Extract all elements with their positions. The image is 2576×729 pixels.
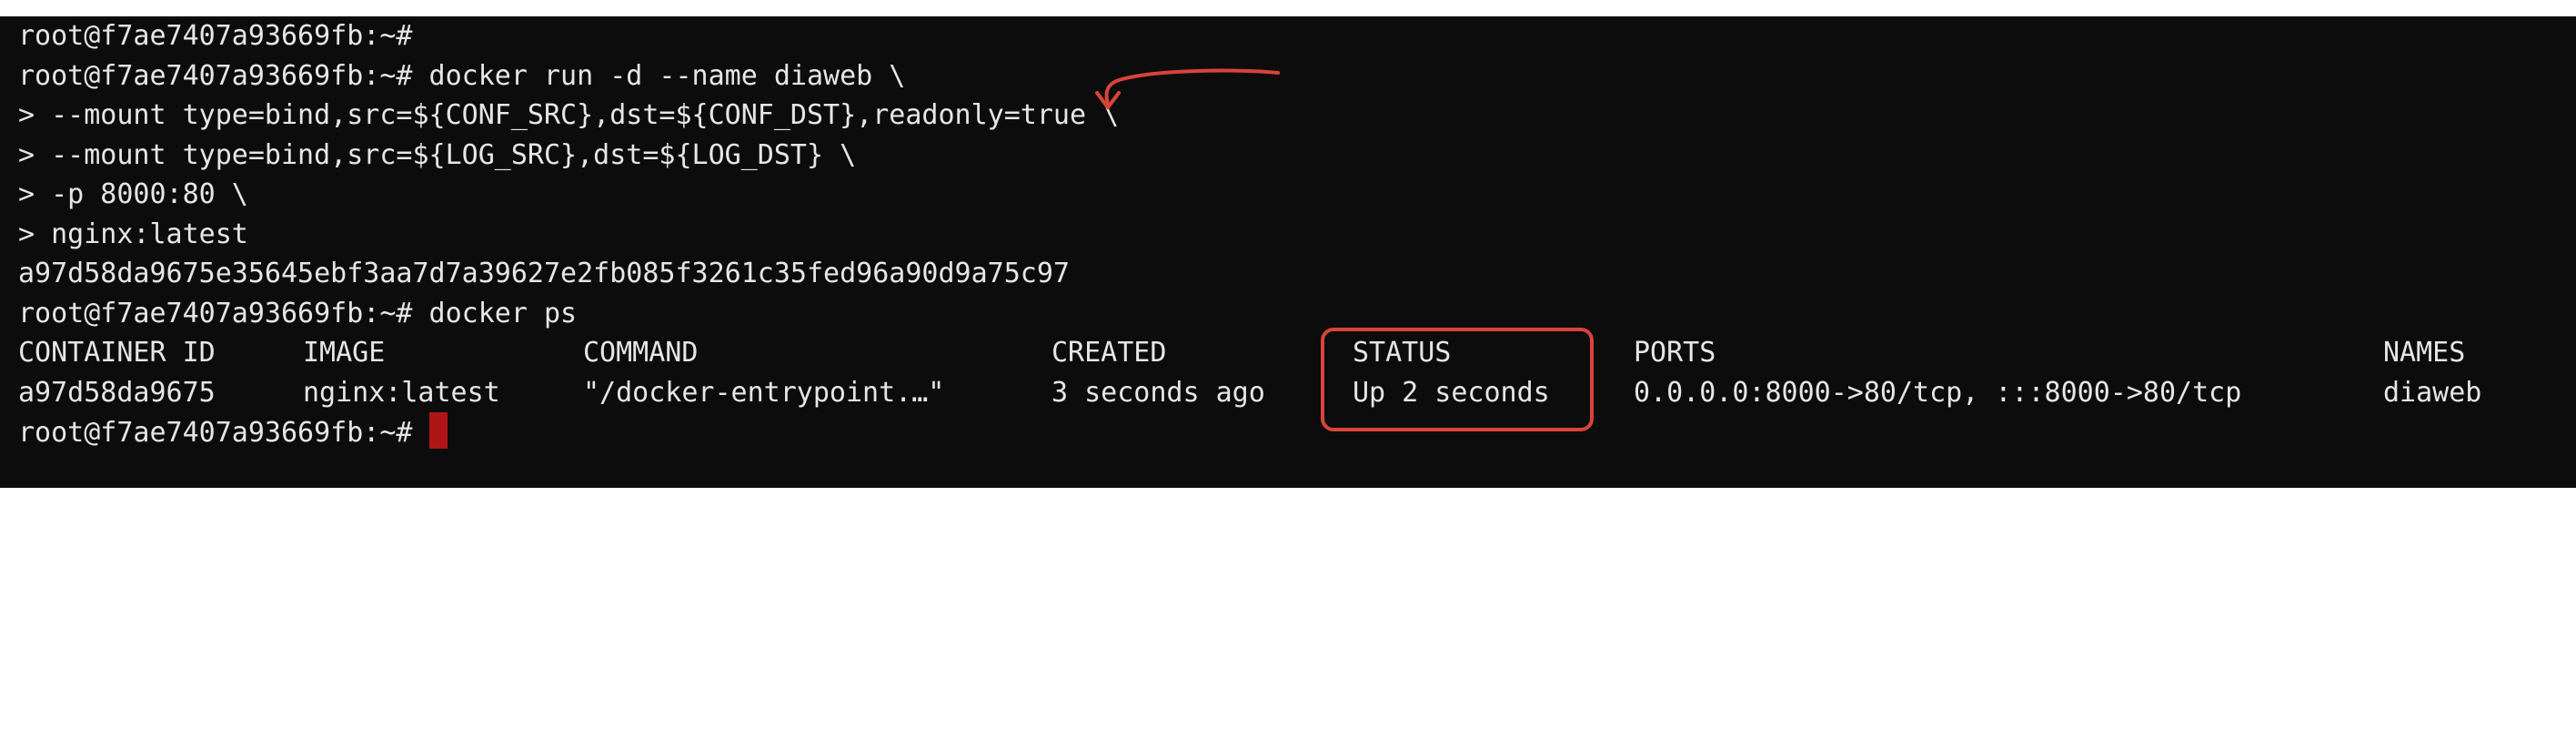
curved-arrow-icon [1095,68,1280,109]
terminal-line-2: root@f7ae7407a93669fb:~# docker run -d -… [18,59,906,92]
ps-cell-command: "/docker-entrypoint.…" [583,376,945,409]
terminal-window[interactable]: root@f7ae7407a93669fb:~# root@f7ae7407a9… [0,16,2576,488]
terminal-line-6: > nginx:latest [18,218,248,250]
ps-header-ports: PORTS [1634,337,1716,369]
ps-cell-image: nginx:latest [303,376,500,409]
container-id-output: a97d58da9675e35645ebf3aa7d7a39627e2fb085… [18,258,1070,289]
ps-cell-names: diaweb [2383,376,2482,409]
terminal-line-1: root@f7ae7407a93669fb:~# [18,20,413,52]
ps-header-image: IMAGE [303,337,386,369]
final-prompt: root@f7ae7407a93669fb:~# [18,417,429,449]
terminal-line-4: > --mount type=bind,src=${LOG_SRC},dst=$… [18,138,857,171]
ps-header-container-id: CONTAINER ID [18,337,216,369]
ps-header-row: CONTAINER ID IMAGE COMMAND CREATED STATU… [18,333,2576,373]
final-prompt-line[interactable]: root@f7ae7407a93669fb:~# [18,412,2576,452]
ps-cell-container-id: a97d58da9675 [18,376,216,409]
ps-data-row: a97d58da9675 nginx:latest "/docker-entry… [18,373,2576,413]
ps-header-names: NAMES [2383,337,2466,369]
ps-cell-created: 3 seconds ago [1052,376,1265,409]
status-highlight-box [1321,328,1594,431]
ps-header-created: CREATED [1052,337,1167,369]
text-cursor [428,412,448,449]
terminal-line-8: root@f7ae7407a93669fb:~# docker ps [18,297,578,329]
terminal-line-5: > -p 8000:80 \ [18,178,248,210]
ps-header-command: COMMAND [583,337,699,369]
ps-cell-ports: 0.0.0.0:8000->80/tcp, :::8000->80/tcp [1634,376,2242,409]
terminal-line-3: > --mount type=bind,src=${CONF_SRC},dst=… [18,99,1120,131]
